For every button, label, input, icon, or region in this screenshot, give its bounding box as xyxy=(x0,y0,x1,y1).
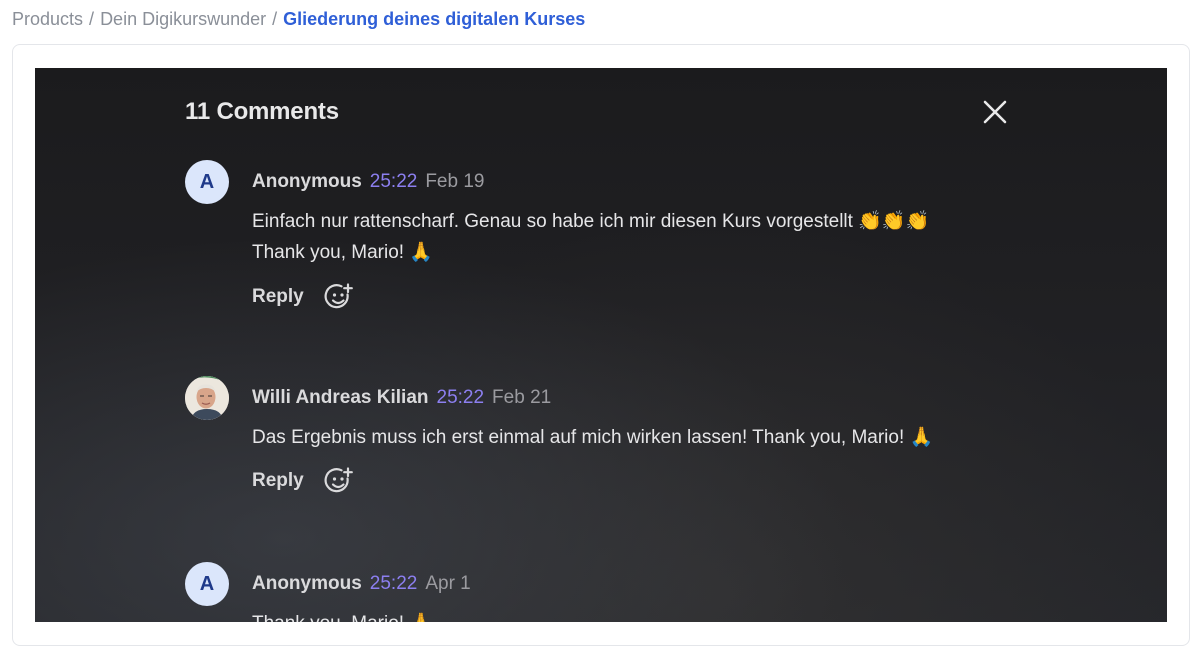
avatar[interactable]: A xyxy=(185,160,229,204)
comment-text-line: Thank you, Mario! 🙏 xyxy=(252,608,433,622)
comment-body: Das Ergebnis muss ich erst einmal auf mi… xyxy=(252,422,933,453)
comment-author[interactable]: Anonymous xyxy=(252,573,362,594)
comment-text-line: Einfach nur rattenscharf. Genau so habe … xyxy=(252,211,930,232)
comments-panel: 11 Comments A Anonymous 25:22 Feb 19 Einfa… xyxy=(35,68,1167,622)
comment-header: Willi Andreas Kilian 25:22 Feb 21 xyxy=(252,386,551,410)
breadcrumb-separator: / xyxy=(272,9,278,29)
avatar[interactable] xyxy=(185,376,229,420)
reply-button[interactable]: Reply xyxy=(252,286,304,308)
comment-date: Feb 21 xyxy=(492,387,552,408)
comment-timestamp-link[interactable]: 25:22 xyxy=(370,171,418,192)
add-reaction-icon xyxy=(324,467,353,493)
breadcrumb-separator: / xyxy=(89,9,95,29)
close-button[interactable] xyxy=(979,96,1011,128)
add-reaction-button[interactable] xyxy=(324,282,354,312)
comment-header: Anonymous 25:22 Apr 1 xyxy=(252,572,471,596)
comment-item: A Anonymous 25:22 Apr 1 Thank you, Mario! … xyxy=(185,562,1045,622)
comment-header: Anonymous 25:22 Feb 19 xyxy=(252,170,484,194)
user-photo-icon xyxy=(185,376,229,420)
comment-item: A Anonymous 25:22 Feb 19 Einfach nur ratte… xyxy=(185,160,1045,320)
comment-body: Einfach nur rattenscharf. Genau so habe … xyxy=(252,206,929,268)
comment-body: Thank you, Mario! 🙏 xyxy=(252,608,433,622)
add-reaction-button[interactable] xyxy=(324,466,354,496)
comment-date: Feb 19 xyxy=(425,171,485,192)
comment-date: Apr 1 xyxy=(425,573,471,594)
comment-author[interactable]: Anonymous xyxy=(252,171,362,192)
breadcrumb-item-products[interactable]: Products xyxy=(12,9,83,29)
add-reaction-icon xyxy=(324,283,353,309)
comment-timestamp-link[interactable]: 25:22 xyxy=(437,387,485,408)
comment-text-line: Thank you, Mario! 🙏 xyxy=(252,242,434,263)
breadcrumb-item-course[interactable]: Dein Digikurswunder xyxy=(100,9,266,29)
avatar[interactable]: A xyxy=(185,562,229,606)
breadcrumb: Products / Dein Digikurswunder / Gliederung … xyxy=(12,8,585,30)
comment-actions: Reply xyxy=(252,466,354,496)
comment-text-line: Das Ergebnis muss ich erst einmal auf mi… xyxy=(252,427,934,448)
comments-title: 11 Comments xyxy=(185,98,339,125)
comment-author[interactable]: Willi Andreas Kilian xyxy=(252,387,429,408)
comment-actions: Reply xyxy=(252,282,354,312)
breadcrumb-current[interactable]: Gliederung deines digitalen Kurses xyxy=(283,9,585,29)
close-icon xyxy=(983,100,1007,124)
comment-item: Willi Andreas Kilian 25:22 Feb 21 Das Erge… xyxy=(185,376,1045,506)
reply-button[interactable]: Reply xyxy=(252,470,304,492)
comment-timestamp-link[interactable]: 25:22 xyxy=(370,573,418,594)
